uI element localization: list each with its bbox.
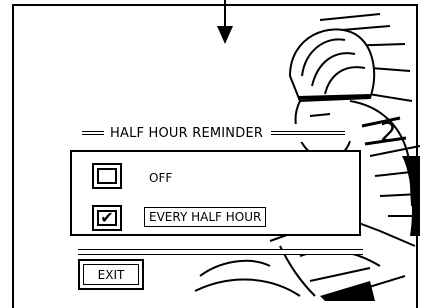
off-checkbox[interactable] [92, 163, 122, 189]
exit-button[interactable]: EXIT [78, 259, 144, 290]
dialog-title: HALF HOUR REMINDER [110, 125, 264, 141]
divider [78, 249, 363, 255]
every-half-hour-option-label[interactable]: EVERY HALF HOUR [144, 207, 267, 227]
dialog-header: HALF HOUR REMINDER [78, 124, 350, 142]
checkmark-icon: ✔ [97, 210, 117, 226]
device-screen: 2 HALF HOUR REMINDER OFF ✔ EVERY HALF HO… [0, 0, 425, 308]
off-option-label[interactable]: OFF [149, 171, 172, 185]
svg-text:2: 2 [380, 118, 397, 148]
exit-button-label: EXIT [83, 264, 139, 285]
title-rule-left [82, 131, 104, 135]
every-half-hour-checkbox[interactable]: ✔ [92, 205, 122, 231]
title-rule-right [271, 131, 346, 135]
off-checkbox-inner [97, 168, 117, 184]
